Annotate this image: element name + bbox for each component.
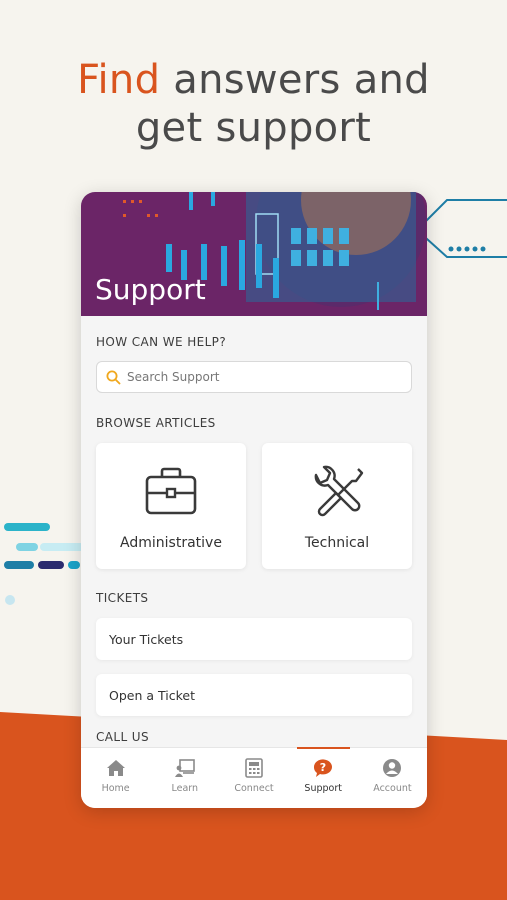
tab-label: Home <box>101 783 130 794</box>
search-icon <box>106 370 121 384</box>
learn-icon <box>174 759 195 777</box>
help-section-label: HOW CAN WE HELP? <box>96 335 227 349</box>
phone-screen: Support HOW CAN WE HELP? Search Support … <box>81 192 427 808</box>
briefcase-icon <box>145 467 197 515</box>
browse-section-label: BROWSE ARTICLES <box>96 416 216 430</box>
tab-home[interactable]: Home <box>81 748 150 808</box>
article-categories: Administrative Technical <box>96 443 412 569</box>
svg-text:?: ? <box>320 761 326 774</box>
bottom-tab-bar: Home Learn Connect ? Support Account <box>81 747 427 808</box>
tab-learn[interactable]: Learn <box>150 748 219 808</box>
category-label: Technical <box>304 535 370 551</box>
headline-line2: get support <box>135 105 372 151</box>
tickets-section-label: TICKETS <box>96 591 149 605</box>
headline-line1: answers and <box>160 57 430 103</box>
category-card-technical[interactable]: Technical <box>262 443 412 569</box>
category-card-administrative[interactable]: Administrative <box>96 443 246 569</box>
support-content: HOW CAN WE HELP? Search Support BROWSE A… <box>81 335 427 744</box>
marketing-headline: Find answers and get support <box>0 56 507 152</box>
wrench-screwdriver-icon <box>314 465 364 517</box>
home-icon <box>106 760 125 776</box>
support-icon: ? <box>314 759 333 777</box>
decorative-connector-right <box>417 199 507 258</box>
connect-icon <box>245 758 263 778</box>
call-section-label: CALL US <box>96 730 149 744</box>
tab-label: Account <box>373 783 412 794</box>
search-placeholder: Search Support <box>127 370 220 384</box>
decorative-dashes-left <box>4 523 84 605</box>
account-icon <box>383 759 402 777</box>
tab-support[interactable]: ? Support <box>289 747 358 808</box>
tab-account[interactable]: Account <box>358 748 427 808</box>
search-input[interactable]: Search Support <box>96 361 412 393</box>
tab-label: Learn <box>171 783 199 794</box>
tab-label: Support <box>304 783 342 794</box>
tab-connect[interactable]: Connect <box>219 748 288 808</box>
page-title: Support <box>95 273 206 306</box>
category-label: Administrative <box>120 535 222 551</box>
your-tickets-button[interactable]: Your Tickets <box>96 618 412 660</box>
tab-label: Connect <box>234 783 274 794</box>
headline-accent: Find <box>77 57 161 103</box>
support-hero-banner: Support <box>81 192 427 316</box>
open-ticket-button[interactable]: Open a Ticket <box>96 674 412 716</box>
